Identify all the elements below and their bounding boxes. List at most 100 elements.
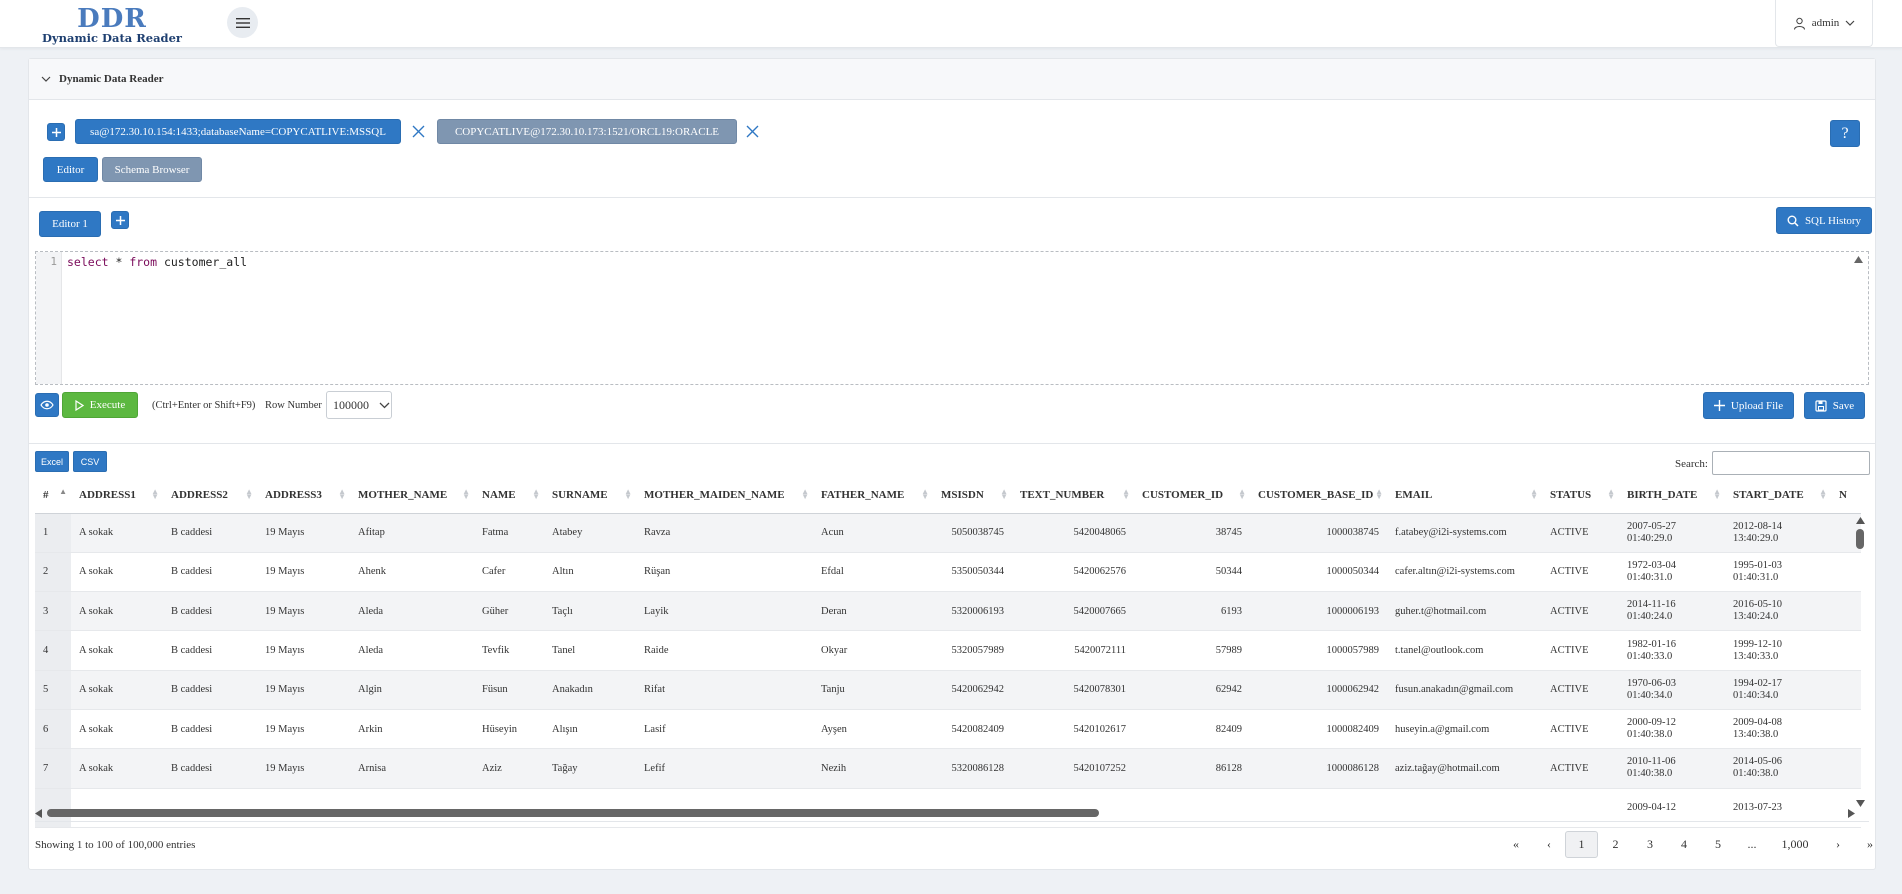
editor-tab-1[interactable]: Editor 1 <box>39 211 101 237</box>
horizontal-scroll-thumb[interactable] <box>47 809 1099 817</box>
table-cell: 19 Mayıs <box>257 748 350 789</box>
column-header[interactable]: MOTHER_MAIDEN_NAME ▲ ▼ <box>636 477 813 514</box>
vertical-scroll-thumb[interactable] <box>1856 529 1864 549</box>
cell-value: 1000086128 <box>1326 762 1380 774</box>
connection-label: COPYCATLIVE@172.30.10.173:1521/ORCL19:OR… <box>454 125 720 138</box>
table-cell: A sokak <box>71 552 163 593</box>
eye-icon <box>40 400 54 410</box>
logo[interactable]: DDR Dynamic Data Reader <box>27 6 197 44</box>
page-5[interactable]: 5 <box>1701 831 1735 858</box>
table-cell: 50344 <box>1134 552 1250 593</box>
table-cell: B caddesi <box>163 670 257 710</box>
close-icon[interactable] <box>412 125 425 138</box>
sql-code[interactable]: select * from customer_all <box>67 255 247 269</box>
cell-value: 5420007665 <box>1073 605 1127 617</box>
table-row[interactable]: 5 A sokak B caddesi 19 Mayıs Algin Füsun Anaka… <box>35 670 1861 710</box>
excel-label: Excel <box>40 456 63 467</box>
cell-value: A sokak <box>79 605 114 617</box>
table-cell: 82409 <box>1134 709 1250 750</box>
plus-icon <box>51 127 61 137</box>
tab-schema-browser[interactable]: Schema Browser <box>102 157 202 182</box>
page-1[interactable]: 1 <box>1565 831 1598 858</box>
page-4[interactable]: 4 <box>1667 831 1701 858</box>
preview-button[interactable] <box>35 393 59 417</box>
scroll-left-icon[interactable] <box>35 809 42 818</box>
table-cell: 7 <box>35 748 71 789</box>
cell-value: 19 Mayıs <box>265 684 305 696</box>
column-header[interactable]: START_DATE ▲ ▼ <box>1725 477 1831 514</box>
cell-value: 19 Mayıs <box>265 645 305 657</box>
cell-value: Rifat <box>644 684 665 696</box>
table-cell: 19 Mayıs <box>257 513 350 553</box>
table-row[interactable]: 6 A sokak B caddesi 19 Mayıs Arkin Hüseyin Alı… <box>35 709 1861 750</box>
search-input[interactable] <box>1712 451 1870 475</box>
table-row[interactable]: 3 A sokak B caddesi 19 Mayıs Aleda Güher Taçlı… <box>35 591 1861 632</box>
tab-editor[interactable]: Editor <box>43 157 98 182</box>
table-row[interactable]: 1 A sokak B caddesi 19 Mayıs Afitap Fatma Atab… <box>35 513 1861 553</box>
column-header[interactable]: EMAIL ▲ ▼ <box>1387 477 1542 514</box>
page-first[interactable]: « <box>1499 831 1533 858</box>
table-cell: 1000082409 <box>1250 709 1387 750</box>
cell-value: 5420102617 <box>1073 723 1127 735</box>
column-header[interactable]: # ▲ <box>35 477 71 514</box>
date-line: 2014-11-16 <box>1627 599 1676 611</box>
page-next[interactable]: › <box>1821 831 1855 858</box>
column-header[interactable]: ADDRESS1 ▲ ▼ <box>71 477 163 514</box>
cell-value: 19 Mayıs <box>265 566 305 578</box>
column-header[interactable]: N <box>1831 477 1861 514</box>
column-header[interactable]: ADDRESS2 ▲ ▼ <box>163 477 257 514</box>
scroll-down-icon[interactable] <box>1856 800 1865 807</box>
table-cell: B caddesi <box>163 552 257 593</box>
upload-file-button[interactable]: Upload File <box>1703 392 1794 419</box>
cell-value: Tanel <box>552 645 576 657</box>
scroll-up-icon[interactable] <box>1856 517 1865 524</box>
export-csv-button[interactable]: CSV <box>73 451 107 472</box>
help-button[interactable]: ? <box>1830 120 1860 147</box>
add-editor-button[interactable] <box>111 211 129 229</box>
column-header[interactable]: MOTHER_NAME ▲ ▼ <box>350 477 474 514</box>
sql-editor[interactable]: 1 select * from customer_all <box>35 251 1869 385</box>
date-line: 13:40:33.0 <box>1733 650 1779 662</box>
panel-header[interactable]: Dynamic Data Reader <box>29 59 1875 100</box>
vertical-scrollbar[interactable] <box>1855 517 1867 807</box>
connection-tab-oracle[interactable]: COPYCATLIVE@172.30.10.173:1521/ORCL19:OR… <box>437 119 737 144</box>
page-3[interactable]: 3 <box>1633 831 1667 858</box>
table-cell: Aleda <box>350 630 474 671</box>
connection-tab-mssql[interactable]: sa@172.30.10.154:1433;databaseName=COPYC… <box>75 119 401 144</box>
save-button[interactable]: Save <box>1804 392 1865 419</box>
add-connection-button[interactable] <box>47 123 65 141</box>
column-header[interactable]: SURNAME ▲ ▼ <box>544 477 636 514</box>
editor-tab-label: Editor 1 <box>52 218 88 230</box>
table-cell: A sokak <box>71 670 163 710</box>
hamburger-menu-button[interactable] <box>227 7 258 38</box>
horizontal-scrollbar[interactable] <box>35 807 1855 819</box>
user-menu[interactable]: admin <box>1775 0 1873 47</box>
column-header[interactable]: NAME ▲ ▼ <box>474 477 544 514</box>
table-cell: 5350050344 <box>933 552 1012 593</box>
table-row[interactable]: 7 A sokak B caddesi 19 Mayıs Arnisa Aziz Tağay… <box>35 748 1861 789</box>
row-number-select[interactable]: 100000 <box>326 391 392 419</box>
table-cell: 2014-11-16 01:40:24.0 <box>1619 591 1725 632</box>
page-prev[interactable]: ‹ <box>1533 831 1565 858</box>
page-2[interactable]: 2 <box>1598 831 1633 858</box>
scroll-right-icon[interactable] <box>1848 809 1855 818</box>
export-excel-button[interactable]: Excel <box>35 451 69 472</box>
column-header[interactable]: FATHER_NAME ▲ ▼ <box>813 477 933 514</box>
sql-history-button[interactable]: SQL History <box>1776 207 1872 234</box>
column-header[interactable]: CUSTOMER_BASE_ID ▲ ▼ <box>1250 477 1387 514</box>
column-header[interactable]: TEXT_NUMBER ▲ ▼ <box>1012 477 1134 514</box>
sql-text: * <box>108 255 130 269</box>
table-cell: 19 Mayıs <box>257 670 350 710</box>
execute-button[interactable]: Execute <box>62 392 138 418</box>
column-header[interactable]: MSISDN ▲ ▼ <box>933 477 1012 514</box>
page-last[interactable]: » <box>1855 831 1885 858</box>
column-header[interactable]: STATUS ▲ ▼ <box>1542 477 1619 514</box>
table-row[interactable]: 2 A sokak B caddesi 19 Mayıs Ahenk Cafer Altın… <box>35 552 1861 593</box>
table-row[interactable]: 4 A sokak B caddesi 19 Mayıs Aleda Tevfik Tane… <box>35 630 1861 671</box>
page-last-number[interactable]: 1,000 <box>1769 831 1821 858</box>
column-header[interactable]: ADDRESS3 ▲ ▼ <box>257 477 350 514</box>
close-icon[interactable] <box>746 125 759 138</box>
column-header[interactable]: BIRTH_DATE ▲ ▼ <box>1619 477 1725 514</box>
column-header[interactable]: CUSTOMER_ID ▲ ▼ <box>1134 477 1250 514</box>
scroll-up-icon[interactable] <box>1854 256 1863 263</box>
